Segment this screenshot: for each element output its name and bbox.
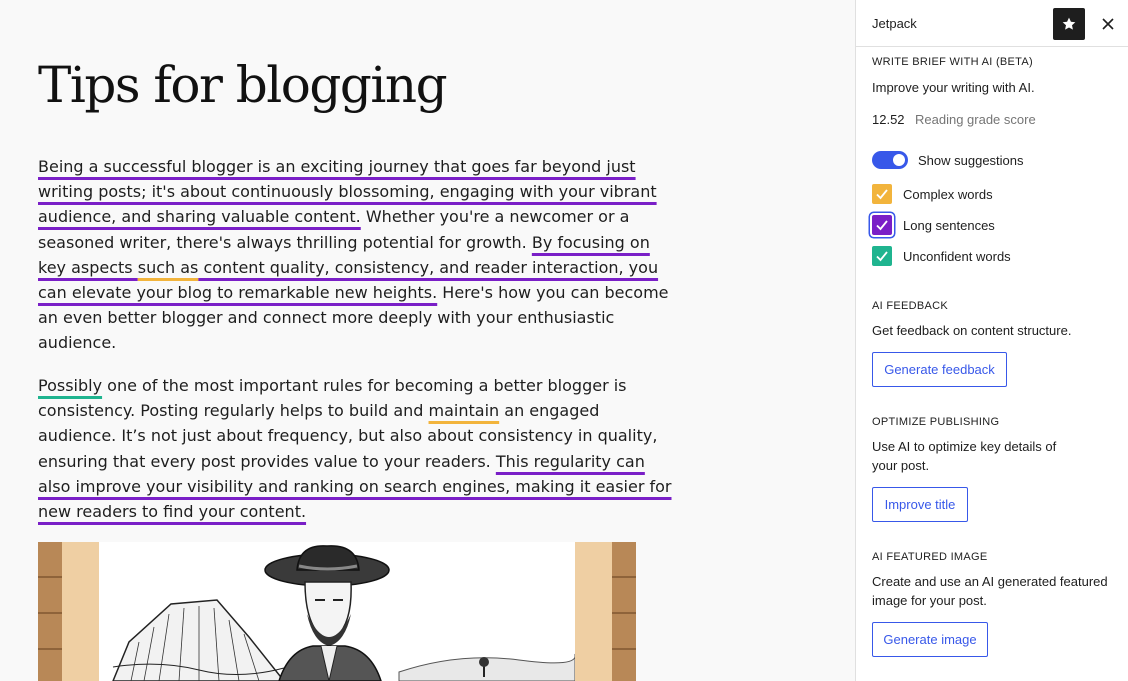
show-suggestions-toggle[interactable] (872, 151, 908, 169)
unconfident-words-checkbox[interactable] (872, 246, 892, 266)
paragraph-line: Possibly one of the most important rules… (38, 373, 648, 398)
paragraph-line: key aspects such as content quality, con… (38, 255, 658, 280)
paragraph-line: writing posts; it's about continuously b… (38, 179, 657, 204)
paragraph-line: can elevate your blog to remarkable new … (38, 280, 669, 305)
post-title[interactable]: Tips for blogging (38, 56, 448, 114)
close-sidebar-button[interactable] (1092, 8, 1124, 40)
wood-plank-right (575, 542, 612, 681)
pin-star-button[interactable] (1053, 8, 1085, 40)
paragraph-line: consistency. Posting regularly helps to … (38, 398, 648, 423)
optimize-publishing-heading: OPTIMIZE PUBLISHING (872, 416, 1000, 428)
sidebar-title: Jetpack (872, 16, 917, 31)
show-suggestions-label: Show suggestions (918, 153, 1024, 168)
long-sentence-highlight[interactable]: key aspects (38, 258, 138, 277)
reading-grade-label: Reading grade score (915, 112, 1036, 127)
wood-plank-left (62, 542, 99, 681)
wood-frame-left (38, 542, 62, 681)
ai-feedback-description: Get feedback on content structure. (872, 323, 1072, 338)
ai-featured-image-description-line2: image for your post. (872, 593, 987, 608)
text-segment: one of the most important rules for beco… (102, 376, 627, 395)
long-sentence-highlight[interactable]: audience, and sharing valuable content. (38, 207, 361, 226)
illustration-drawing (112, 545, 576, 681)
write-brief-heading: WRITE BRIEF WITH AI (BETA) (872, 56, 1033, 68)
text-segment: an engaged (499, 401, 600, 421)
checkmark-icon (876, 189, 888, 200)
long-sentence-highlight[interactable]: This regularity can (496, 452, 645, 471)
close-icon (1102, 18, 1114, 30)
complex-word-highlight[interactable]: maintain (429, 401, 500, 420)
ai-feedback-heading: AI FEEDBACK (872, 300, 949, 312)
paragraph-line: audience. It’s not just about frequency,… (38, 423, 657, 448)
paragraph-line: an even better blogger and connect more … (38, 305, 648, 330)
long-sentences-label: Long sentences (903, 218, 995, 233)
paragraph-line: also improve your visibility and ranking… (38, 474, 672, 499)
optimize-publishing-description-line2: your post. (872, 458, 930, 473)
text-segment: Here's how you can become (437, 282, 669, 302)
text-segment: Whether you're a newcomer or a (360, 207, 630, 227)
star-icon (1062, 17, 1076, 30)
long-sentence-highlight[interactable]: can elevate your blog to remarkable new … (38, 283, 437, 302)
text-segment: seasoned writer, there's always thrillin… (38, 232, 532, 252)
checkmark-icon (876, 251, 888, 262)
text-segment: consistency. Posting regularly helps to … (38, 401, 429, 421)
paragraph-line: Being a successful blogger is an excitin… (38, 154, 648, 179)
long-sentence-highlight[interactable]: Being a successful blogger is an excitin… (38, 157, 636, 176)
jetpack-sidebar: Jetpack WRITE BRIEF WITH AI (BETA) Impro… (855, 0, 1128, 681)
ai-featured-image-heading: AI FEATURED IMAGE (872, 551, 988, 563)
paragraph-line: new readers to find your content. (38, 499, 648, 524)
complex-words-checkbox[interactable] (872, 184, 892, 204)
complex-word-highlight[interactable]: such as (138, 258, 199, 277)
long-sentence-highlight[interactable]: By focusing on (532, 233, 650, 252)
text-segment: an even better blogger and connect more … (38, 308, 615, 328)
long-sentence-highlight[interactable]: new readers to find your content. (38, 502, 306, 521)
paragraph-line: audience, and sharing valuable content. … (38, 204, 648, 229)
long-sentence-highlight[interactable]: writing posts; it's about continuously b… (38, 182, 657, 201)
image-block[interactable] (38, 542, 636, 681)
toggle-knob (893, 154, 905, 166)
blogger-illustration (99, 542, 576, 681)
optimize-publishing-description-line1: Use AI to optimize key details of (872, 439, 1057, 454)
text-segment: ensuring that every post provides value … (38, 451, 496, 471)
generate-feedback-button[interactable]: Generate feedback (872, 352, 1007, 387)
ai-featured-image-description-line1: Create and use an AI generated featured (872, 574, 1108, 589)
long-sentences-checkbox[interactable] (872, 215, 892, 235)
long-sentence-highlight[interactable]: also improve your visibility and ranking… (38, 477, 672, 496)
wood-frame-right (612, 542, 636, 681)
paragraph-block[interactable]: Possibly one of the most important rules… (38, 373, 672, 524)
reading-grade-value: 12.52 (872, 112, 905, 127)
text-segment: audience. It’s not just about frequency,… (38, 426, 658, 446)
unconfident-words-label: Unconfident words (903, 249, 1011, 264)
long-sentence-highlight[interactable]: content quality, consistency, and reader… (198, 258, 658, 277)
paragraph-line: seasoned writer, there's always thrillin… (38, 230, 650, 255)
generate-image-button[interactable]: Generate image (872, 622, 988, 657)
checkmark-icon (876, 220, 888, 231)
complex-words-label: Complex words (903, 187, 993, 202)
paragraph-block[interactable]: Being a successful blogger is an excitin… (38, 154, 669, 356)
paragraph-line: ensuring that every post provides value … (38, 449, 648, 474)
paragraph-line: audience. (38, 330, 648, 355)
editor-canvas[interactable]: Tips for blogging Being a successful blo… (0, 0, 855, 681)
improve-title-button[interactable]: Improve title (872, 487, 968, 522)
sidebar-header: Jetpack (856, 0, 1128, 47)
write-brief-description: Improve your writing with AI. (872, 80, 1035, 95)
text-segment: audience. (38, 333, 117, 353)
unconfident-word-highlight[interactable]: Possibly (38, 376, 102, 395)
